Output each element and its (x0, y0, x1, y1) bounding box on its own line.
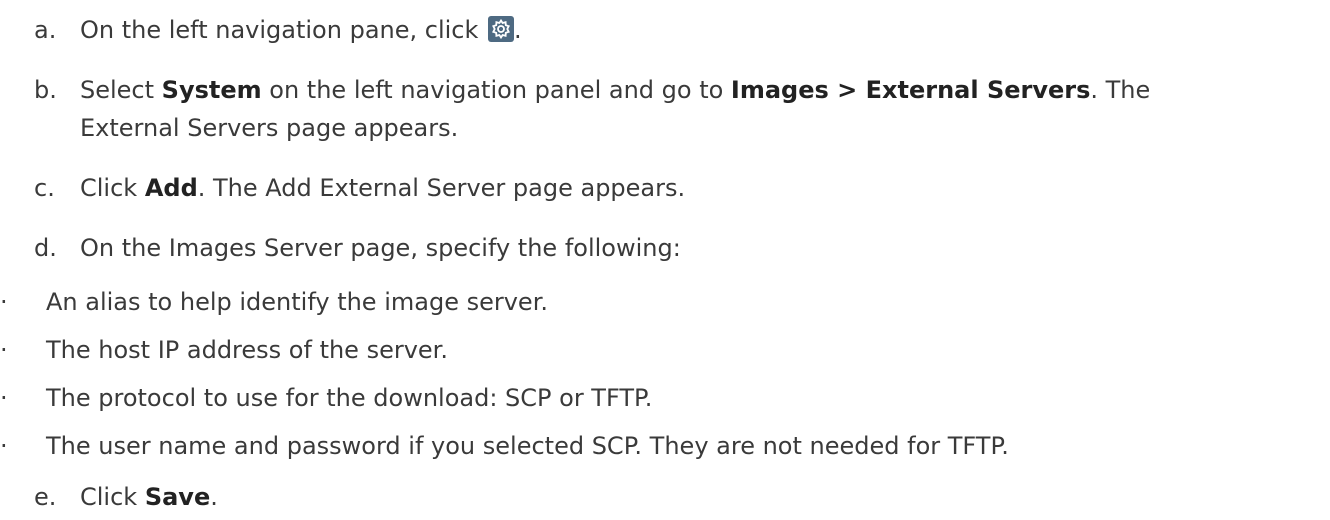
step-text-end: . (514, 16, 522, 44)
bullet-text: An alias to help identify the image serv… (46, 288, 548, 316)
step-text: on the left navigation panel and go to (261, 76, 731, 104)
bullet-text: The user name and password if you select… (46, 432, 1009, 460)
step-text: . (210, 483, 218, 511)
step-text: External Servers page appears. (80, 114, 459, 142)
list-item: · The user name and password if you selec… (0, 429, 1310, 463)
bullet-dot: · (0, 336, 8, 364)
step-text: On the Images Server page, specify the f… (80, 234, 681, 262)
step-text: . The Add External Server page appears. (197, 174, 686, 202)
step-text: . The (1090, 76, 1151, 104)
step-text: Click (80, 174, 145, 202)
step-d: d. On the Images Server page, specify the… (34, 231, 1324, 265)
step-e: e. Click Save. (34, 480, 1324, 514)
step-c: c. Click Add. The Add External Server pag… (34, 171, 1324, 205)
step-b-continued: External Servers page appears. (34, 111, 1324, 145)
save-label: Save (144, 483, 211, 511)
bullet-dot: · (0, 288, 8, 316)
step-text: Select (80, 76, 162, 104)
gear-icon (488, 16, 515, 42)
list-item: · The protocol to use for the download: S… (0, 381, 1310, 415)
add-label: Add (144, 174, 198, 202)
bullet-text: The host IP address of the server. (46, 336, 448, 364)
list-item: · An alias to help identify the image ser… (0, 285, 1310, 319)
step-marker: d. (34, 234, 57, 262)
step-marker: a. (34, 16, 57, 44)
system-label: System (161, 76, 262, 104)
list-item: · The host IP address of the server. (0, 333, 1310, 367)
step-marker: c. (34, 174, 55, 202)
instructions-page: a. On the left navigation pane, click . b… (0, 0, 1330, 520)
step-a: a. On the left navigation pane, click . (34, 13, 1324, 47)
step-text: Click (80, 483, 145, 511)
bullet-dot: · (0, 384, 8, 412)
bullet-text: The protocol to use for the download: SC… (46, 384, 653, 412)
images-external-servers-path: Images > External Servers (730, 76, 1091, 104)
step-b: b. Select System on the left navigation p… (34, 73, 1324, 107)
step-text: On the left navigation pane, click (80, 16, 479, 44)
bullet-dot: · (0, 432, 8, 460)
step-marker: e. (34, 483, 57, 511)
step-marker: b. (34, 76, 57, 104)
